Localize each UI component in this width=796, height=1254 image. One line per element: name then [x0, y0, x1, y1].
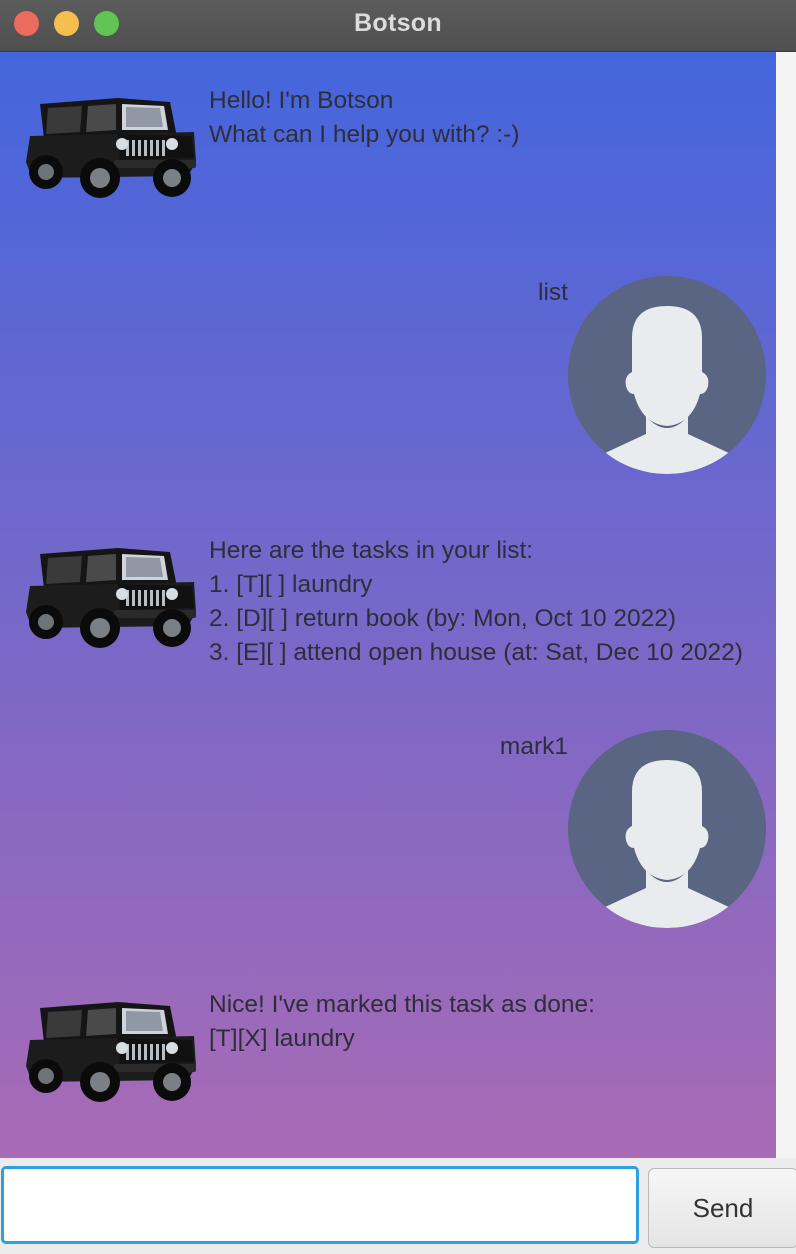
input-bar: Send [0, 1158, 796, 1254]
user-silhouette-icon [568, 730, 766, 928]
title-bar: Botson [0, 0, 796, 52]
window-title: Botson [354, 9, 442, 37]
bot-message-text: Here are the tasks in your list: 1. [T][… [209, 537, 743, 666]
bot-message-text: Nice! I've marked this task as done: [T]… [209, 991, 595, 1052]
send-button[interactable]: Send [648, 1168, 796, 1248]
jeep-icon [26, 98, 196, 198]
scrollbar[interactable] [776, 52, 796, 1158]
bot-message-text: Hello! I'm Botson What can I help you wi… [209, 87, 520, 148]
dialog-container[interactable]: Hello! I'm Botson What can I help you wi… [0, 52, 776, 1158]
user-message-text: list [538, 279, 568, 306]
jeep-icon [26, 548, 196, 648]
user-message-text: mark1 [499, 733, 568, 760]
message-input[interactable] [1, 1166, 639, 1244]
user-silhouette-icon [568, 276, 766, 474]
jeep-icon [26, 1002, 196, 1102]
